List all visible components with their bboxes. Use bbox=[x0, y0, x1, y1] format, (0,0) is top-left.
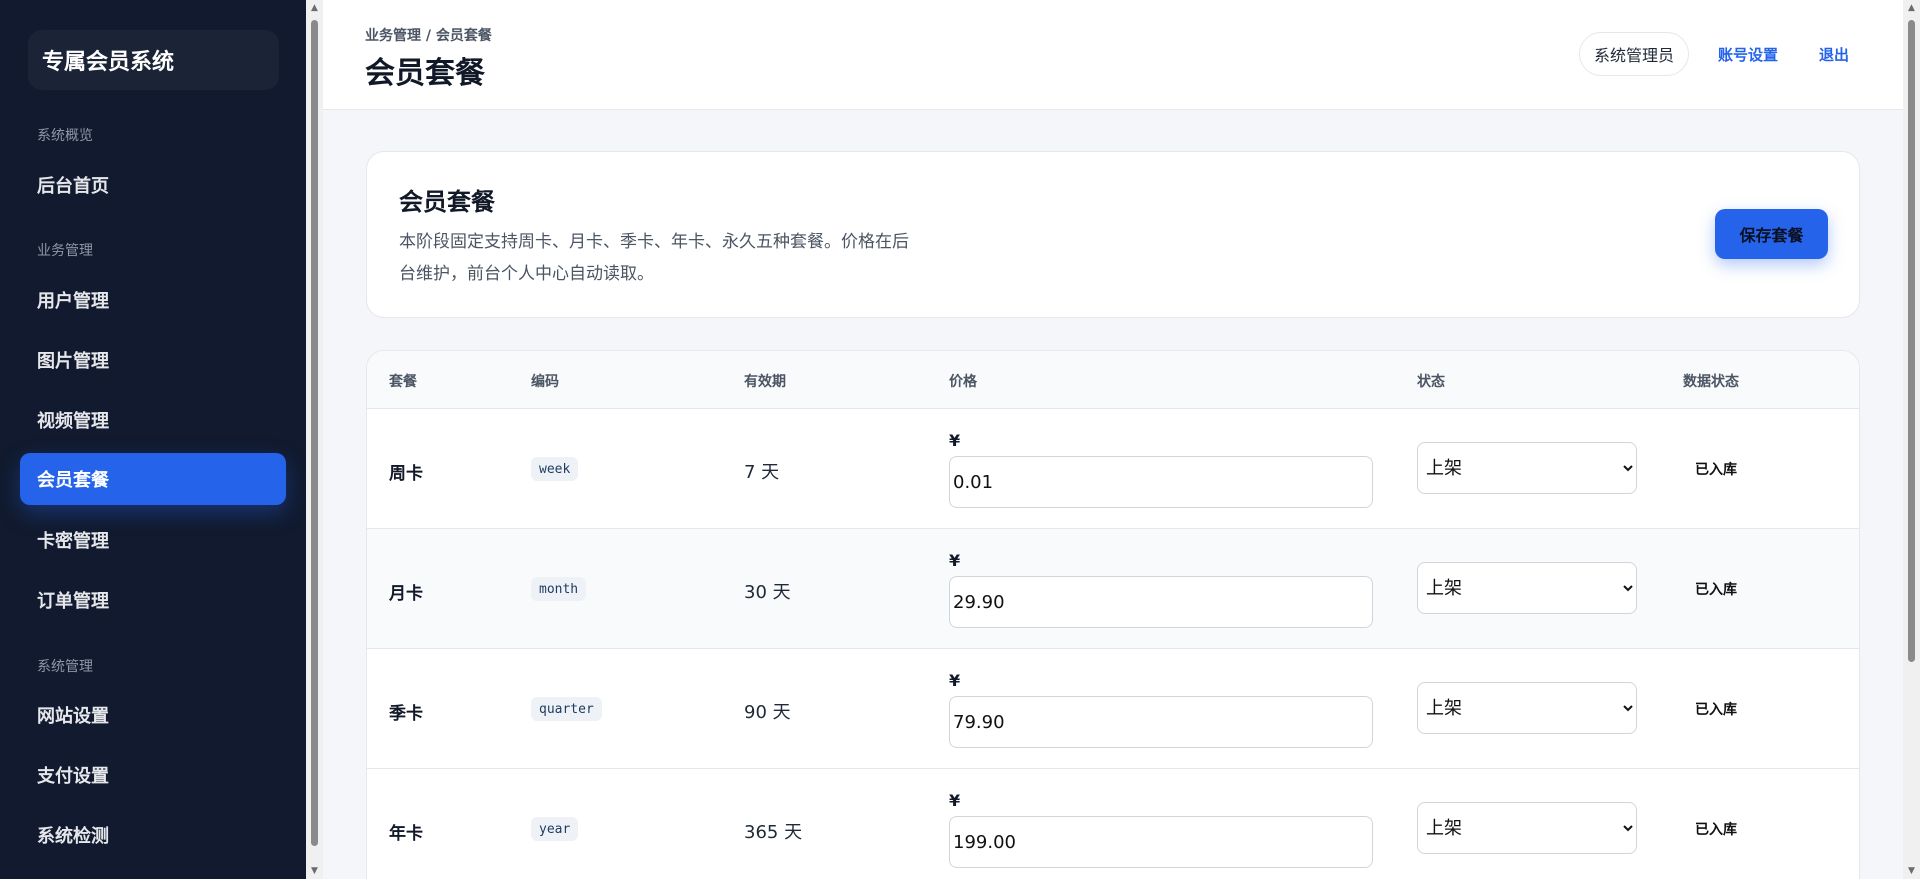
card-title: 会员套餐 bbox=[399, 188, 495, 216]
column-header-price: 价格 bbox=[949, 374, 977, 390]
sidebar-item-images[interactable]: 图片管理 bbox=[20, 334, 286, 386]
plans-table: 套餐 编码 有效期 价格 状态 数据状态 周卡 week 7 天 ¥ 上架 已入… bbox=[366, 350, 1860, 879]
scroll-down-arrow-icon[interactable]: ▼ bbox=[1903, 863, 1920, 879]
card-description: 本阶段固定支持周卡、月卡、季卡、年卡、永久五种套餐。价格在后台维护，前台个人中心… bbox=[399, 232, 909, 284]
plan-duration: 30 天 bbox=[744, 582, 791, 603]
column-header-code: 编码 bbox=[531, 374, 559, 390]
breadcrumb: 业务管理 / 会员套餐 bbox=[365, 28, 492, 44]
sidebar-item-users[interactable]: 用户管理 bbox=[20, 274, 286, 326]
plan-name: 季卡 bbox=[389, 704, 423, 724]
sidebar: 专属会员系统 系统概览 后台首页 业务管理 用户管理 图片管理 视频管理 会员套… bbox=[0, 0, 306, 879]
plan-code: week bbox=[531, 457, 579, 481]
scroll-down-arrow-icon[interactable]: ▼ bbox=[306, 863, 323, 879]
currency-label: ¥ bbox=[949, 431, 961, 450]
currency-label: ¥ bbox=[949, 551, 961, 570]
sidebar-item-system-check[interactable]: 系统检测 bbox=[20, 809, 286, 861]
top-header: 业务管理 / 会员套餐 会员套餐 系统管理员 账号设置 退出 bbox=[323, 0, 1903, 110]
nav-group-business: 业务管理 bbox=[37, 243, 93, 259]
plan-duration: 365 天 bbox=[744, 822, 803, 843]
plan-code: month bbox=[531, 577, 587, 601]
sidebar-item-membership-plans[interactable]: 会员套餐 bbox=[20, 453, 286, 505]
column-header-plan: 套餐 bbox=[389, 374, 417, 390]
save-plans-button[interactable]: 保存套餐 bbox=[1715, 209, 1828, 259]
status-select[interactable]: 上架 bbox=[1417, 682, 1637, 734]
status-select[interactable]: 上架 bbox=[1417, 802, 1637, 854]
page-title: 会员套餐 bbox=[365, 56, 485, 91]
logout-link[interactable]: 退出 bbox=[1819, 44, 1849, 65]
plan-name: 月卡 bbox=[389, 584, 423, 604]
price-input[interactable] bbox=[949, 576, 1373, 628]
admin-badge: 系统管理员 bbox=[1579, 32, 1690, 76]
price-input[interactable] bbox=[949, 816, 1373, 868]
plan-code: year bbox=[531, 817, 579, 841]
status-select[interactable]: 上架 bbox=[1417, 442, 1637, 494]
sidebar-item-videos[interactable]: 视频管理 bbox=[20, 394, 286, 446]
column-header-data-status: 数据状态 bbox=[1683, 374, 1739, 390]
price-input[interactable] bbox=[949, 696, 1373, 748]
data-status-badge: 已入库 bbox=[1695, 702, 1737, 718]
plan-duration: 7 天 bbox=[744, 462, 780, 483]
main-scrollbar[interactable]: ▲ ▼ bbox=[1903, 0, 1920, 879]
sidebar-item-dashboard[interactable]: 后台首页 bbox=[20, 159, 286, 211]
currency-label: ¥ bbox=[949, 791, 961, 810]
account-settings-link[interactable]: 账号设置 bbox=[1718, 44, 1778, 65]
sidebar-item-orders[interactable]: 订单管理 bbox=[20, 574, 286, 626]
scroll-up-arrow-icon[interactable]: ▲ bbox=[1903, 0, 1920, 16]
sidebar-item-card-keys[interactable]: 卡密管理 bbox=[20, 514, 286, 566]
plan-duration: 90 天 bbox=[744, 702, 791, 723]
data-status-badge: 已入库 bbox=[1695, 462, 1737, 478]
scroll-up-arrow-icon[interactable]: ▲ bbox=[306, 0, 323, 16]
column-header-duration: 有效期 bbox=[744, 374, 786, 390]
data-status-badge: 已入库 bbox=[1695, 582, 1737, 598]
table-row: 月卡 month 30 天 ¥ 上架 已入库 bbox=[367, 529, 1859, 649]
column-header-status: 状态 bbox=[1417, 374, 1445, 390]
table-row: 季卡 quarter 90 天 ¥ 上架 已入库 bbox=[367, 649, 1859, 769]
plan-code: quarter bbox=[531, 697, 602, 721]
intro-card: 会员套餐 本阶段固定支持周卡、月卡、季卡、年卡、永久五种套餐。价格在后台维护，前… bbox=[366, 151, 1860, 318]
data-status-badge: 已入库 bbox=[1695, 822, 1737, 838]
nav-group-overview: 系统概览 bbox=[37, 128, 93, 144]
sidebar-scroll-thumb[interactable] bbox=[311, 20, 318, 846]
table-row: 周卡 week 7 天 ¥ 上架 已入库 bbox=[367, 409, 1859, 529]
nav-group-system: 系统管理 bbox=[37, 659, 93, 675]
main-scroll-thumb[interactable] bbox=[1908, 20, 1915, 662]
plan-name: 周卡 bbox=[389, 464, 423, 484]
sidebar-scrollbar[interactable]: ▲ ▼ bbox=[306, 0, 323, 879]
table-row: 年卡 year 365 天 ¥ 上架 已入库 bbox=[367, 769, 1859, 879]
plan-name: 年卡 bbox=[389, 824, 423, 844]
price-input[interactable] bbox=[949, 456, 1373, 508]
currency-label: ¥ bbox=[949, 671, 961, 690]
status-select[interactable]: 上架 bbox=[1417, 562, 1637, 614]
table-header: 套餐 编码 有效期 价格 状态 数据状态 bbox=[367, 351, 1859, 409]
brand-logo: 专属会员系统 bbox=[28, 30, 279, 90]
sidebar-item-site-settings[interactable]: 网站设置 bbox=[20, 689, 286, 741]
sidebar-item-payment-settings[interactable]: 支付设置 bbox=[20, 749, 286, 801]
